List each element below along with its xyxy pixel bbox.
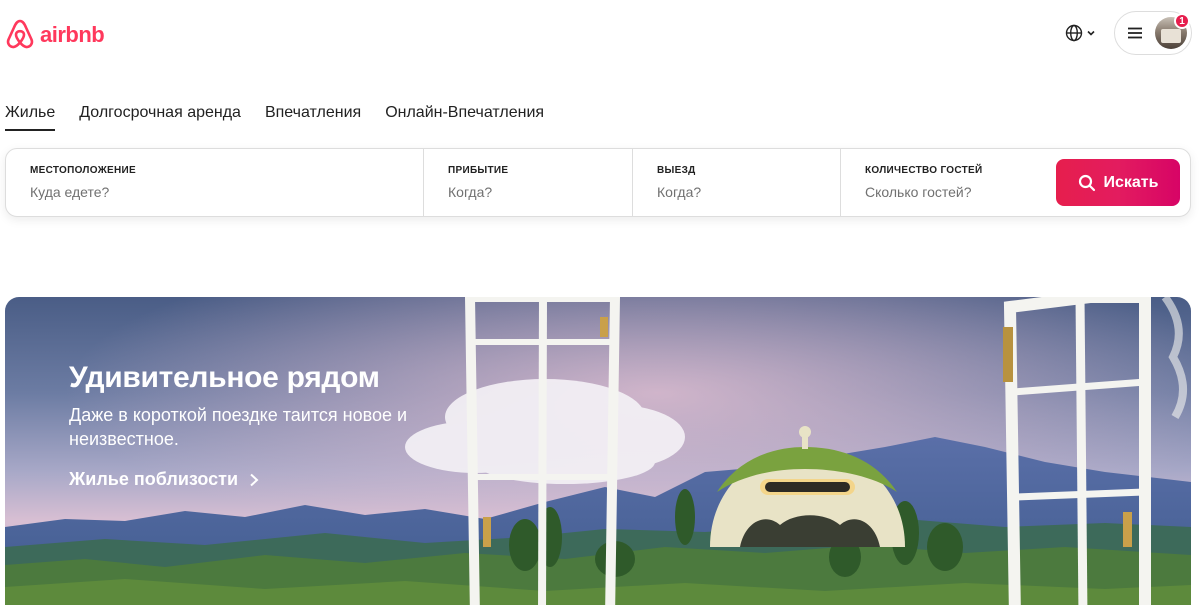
guests-input[interactable]	[865, 184, 1045, 200]
search-button-label: Искать	[1103, 173, 1159, 191]
search-bar: МЕСТОПОЛОЖЕНИЕ ПРИБЫТИЕ ВЫЕЗД КОЛИЧЕСТВО…	[5, 148, 1191, 217]
avatar: 1	[1155, 13, 1190, 49]
guests-label: КОЛИЧЕСТВО ГОСТЕЙ	[865, 165, 983, 176]
page: airbnb 1 Жилье Долгосрочная аренда Впеча…	[0, 0, 1200, 605]
checkout-field[interactable]: ВЫЕЗД	[632, 149, 840, 216]
location-input[interactable]	[30, 184, 210, 200]
nearby-stays-link-label: Жилье поблизости	[69, 469, 239, 489]
tab-long-term[interactable]: Долгосрочная аренда	[79, 104, 241, 131]
checkin-input[interactable]	[448, 184, 628, 200]
guests-field[interactable]: КОЛИЧЕСТВО ГОСТЕЙ Искать	[840, 149, 1190, 216]
category-tabs: Жилье Долгосрочная аренда Впечатления Он…	[5, 104, 544, 131]
tab-online-experiences[interactable]: Онлайн-Впечатления	[385, 104, 544, 131]
hero-illustration	[5, 297, 1191, 605]
location-label: МЕСТОПОЛОЖЕНИЕ	[30, 165, 136, 176]
checkout-input[interactable]	[657, 184, 837, 200]
globe-icon	[1065, 24, 1082, 42]
location-field[interactable]: МЕСТОПОЛОЖЕНИЕ	[6, 149, 423, 216]
chevron-right-icon	[250, 473, 259, 486]
hamburger-menu-icon	[1128, 27, 1142, 39]
notification-badge: 1	[1174, 13, 1190, 29]
hero-banner: Удивительное рядом Даже в короткой поезд…	[5, 297, 1191, 605]
tab-experiences[interactable]: Впечатления	[265, 104, 361, 131]
search-button[interactable]: Искать	[1056, 159, 1180, 206]
tab-stays[interactable]: Жилье	[5, 104, 56, 131]
hero-subtitle: Даже в короткой поездке таится новое и н…	[69, 405, 408, 449]
nearby-stays-link[interactable]: Жилье поблизости	[69, 469, 260, 490]
checkin-field[interactable]: ПРИБЫТИЕ	[423, 149, 632, 216]
guests-field-inner: КОЛИЧЕСТВО ГОСТЕЙ	[865, 165, 1045, 200]
checkout-label: ВЫЕЗД	[657, 165, 696, 176]
checkin-label: ПРИБЫТИЕ	[448, 165, 509, 176]
hero-title: Удивительное рядом	[69, 361, 380, 394]
logo-text: airbnb	[40, 22, 105, 47]
search-icon	[1078, 174, 1095, 191]
airbnb-logo-icon	[6, 19, 34, 49]
chevron-down-icon	[1086, 30, 1095, 36]
profile-menu-button[interactable]: 1	[1114, 11, 1192, 55]
airbnb-logo[interactable]: airbnb	[4, 18, 105, 52]
language-button[interactable]	[1058, 18, 1102, 48]
